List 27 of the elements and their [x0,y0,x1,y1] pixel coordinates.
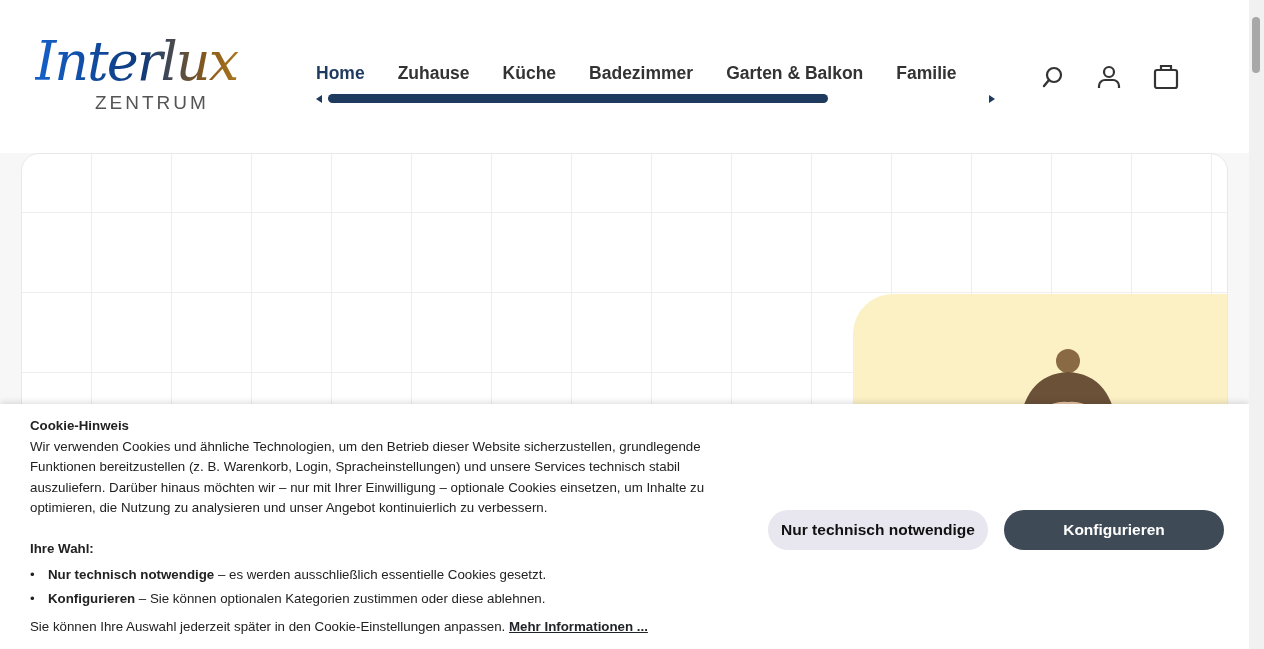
nav-link[interactable]: Garten & Balkon [726,59,864,87]
nav-link[interactable]: Badezimmer [589,59,694,87]
logo-subtitle: ZENTRUM [95,91,210,116]
footer-text: Sie können Ihre Auswahl jederzeit später in den Cookie-Einstellungen anpassen. [30,619,507,634]
logo[interactable]: Interlux ZENTRUM [0,35,300,118]
bullet: • [30,566,36,584]
scrollbar-thumb[interactable] [1252,17,1260,73]
choice-item: Nur technisch notwendige – es werden ausschließlich essentielle Cookies gesetzt. [48,566,547,584]
configure-button[interactable]: Konfigurieren [1004,510,1224,550]
scroll-left-icon[interactable] [316,94,322,103]
scrollbar[interactable] [1249,0,1264,649]
bullet: • [30,590,36,608]
more-info-link[interactable]: Mehr Informationen ... [509,619,648,634]
nav-link[interactable]: Home [316,59,365,87]
choice-item: Konfigurieren – Sie können optionalen Kategorien zustimmen oder diese ablehnen. [48,590,546,608]
nav-link[interactable]: Zuhause [397,59,470,87]
essential-only-button[interactable]: Nur technisch notwendige [768,510,988,550]
shopping-bag-icon[interactable] [1153,63,1179,90]
search-icon[interactable] [1041,64,1065,89]
nav-link[interactable]: Küche [502,59,557,87]
nav-scrollbar[interactable] [328,94,828,104]
scroll-right-icon[interactable] [989,94,995,103]
cookie-description: Wir verwenden Cookies und ähnliche Technologien, um den Betrieb dieser Website sicherzustellen, grundlegende Funktionen bereitzustellen (z. B. Warenkorb, Login, Spracheinstellungen) und unsere Services technisch stabil auszuliefern. Darüber hinaus möchten wir – nur mit Ihrer Einwilligung – optionale Cookies einsetzen, um Inhalte zu optimieren, die Nutzung zu analysieren und unser Angebot kontinuierlich zu verbessern. [30,437,706,517]
nav-link[interactable]: Familie [896,59,957,87]
cookie-title: Cookie-Hinweis [30,417,130,435]
choice-heading: Ihre Wahl: [30,539,95,558]
user-icon[interactable] [1097,64,1121,89]
